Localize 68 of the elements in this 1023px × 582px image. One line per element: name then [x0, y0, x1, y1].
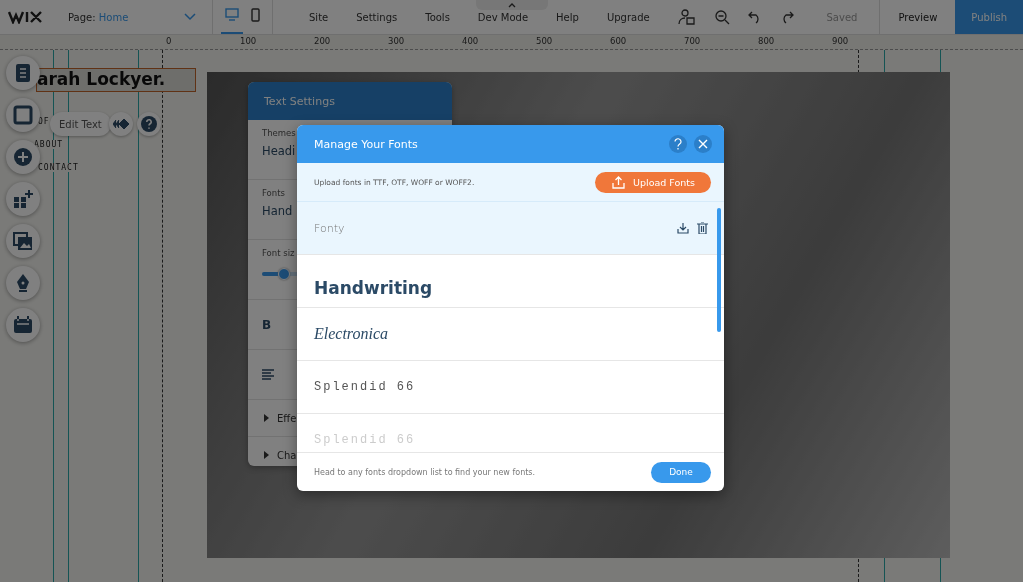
ruler-number: 700	[684, 36, 701, 46]
field-label: Fonts	[262, 188, 285, 198]
ruler-number: 900	[832, 36, 849, 46]
caret-up-icon	[508, 2, 516, 8]
menu-item[interactable]: Settings	[356, 11, 398, 23]
ruler-number: 200	[314, 36, 331, 46]
animation-button[interactable]	[109, 112, 133, 136]
chevron-down-icon[interactable]	[184, 13, 196, 21]
ruler-number: 600	[610, 36, 627, 46]
upload-icon	[612, 175, 626, 189]
menu-item[interactable]: Dev Mode	[477, 11, 529, 23]
ruler-number: 800	[758, 36, 775, 46]
apps-icon	[13, 189, 33, 209]
ruler-number: 100	[240, 36, 257, 46]
apps-tool-button[interactable]	[6, 182, 40, 216]
page-dropdown[interactable]: Page: Home	[68, 11, 206, 23]
font-row[interactable]: Fonty	[297, 202, 724, 255]
menu-item[interactable]: Upgrade	[606, 11, 650, 23]
edit-text-button[interactable]: Edit Text	[50, 112, 111, 136]
media-icon	[13, 231, 33, 251]
help-button[interactable]	[137, 112, 161, 136]
panel-title: Text Settings	[264, 94, 335, 108]
ruler-number: 0	[166, 36, 172, 46]
box-icon	[13, 105, 33, 125]
font-name: Splendid 66	[314, 380, 416, 394]
question-icon	[673, 138, 683, 150]
upload-fonts-button[interactable]: Upload Fonts	[595, 171, 711, 193]
scrollbar[interactable]	[717, 208, 721, 332]
close-icon	[698, 139, 708, 149]
font-dropdown[interactable]: Hand	[262, 204, 293, 218]
footer-hint-text: Head to any fonts dropdown list to find your new fonts.	[314, 467, 536, 477]
font-name: Electronica	[314, 325, 389, 343]
section-header[interactable]: Cha	[277, 449, 297, 461]
add-icon	[13, 147, 33, 167]
field-label: Font siz	[262, 248, 295, 258]
expand-arrow-icon[interactable]	[264, 451, 269, 459]
expand-arrow-icon[interactable]	[264, 414, 269, 422]
dialog-title: Manage Your Fonts	[314, 137, 418, 151]
done-button[interactable]: Done	[651, 461, 711, 483]
animation-icon	[113, 119, 129, 129]
section-header[interactable]: Effe	[277, 412, 297, 424]
field-label: Themes	[262, 128, 296, 138]
desktop-icon	[225, 8, 239, 21]
pen-tool-button[interactable]	[6, 266, 40, 300]
theme-dropdown[interactable]: Headi	[262, 144, 296, 158]
font-name: Fonty	[314, 221, 345, 235]
pages-icon	[13, 63, 33, 83]
ruler-number: 500	[536, 36, 553, 46]
menu-item[interactable]: Site	[309, 11, 329, 23]
delete-icon[interactable]	[697, 222, 708, 234]
menu-item[interactable]: Help	[556, 11, 579, 23]
media-tool-button[interactable]	[6, 224, 40, 258]
wix-logo[interactable]	[8, 10, 44, 24]
help-button[interactable]	[669, 135, 687, 153]
bold-button[interactable]: B	[262, 317, 272, 332]
font-row[interactable]: Splendid 66	[297, 361, 724, 414]
box-tool-button[interactable]	[6, 98, 40, 132]
ruler-number: 300	[388, 36, 405, 46]
publish-button[interactable]: Publish	[955, 0, 1023, 34]
calendar-tool-button[interactable]	[6, 308, 40, 342]
menu-item[interactable]: Tools	[425, 11, 450, 23]
download-icon[interactable]	[677, 222, 689, 234]
font-name: Handwriting	[314, 277, 433, 298]
site-heading-text[interactable]: arah Lockyer.	[36, 68, 197, 92]
ruler-number: 400	[462, 36, 479, 46]
mobile-icon	[251, 7, 260, 22]
calendar-icon	[13, 315, 33, 335]
close-button[interactable]	[694, 135, 712, 153]
